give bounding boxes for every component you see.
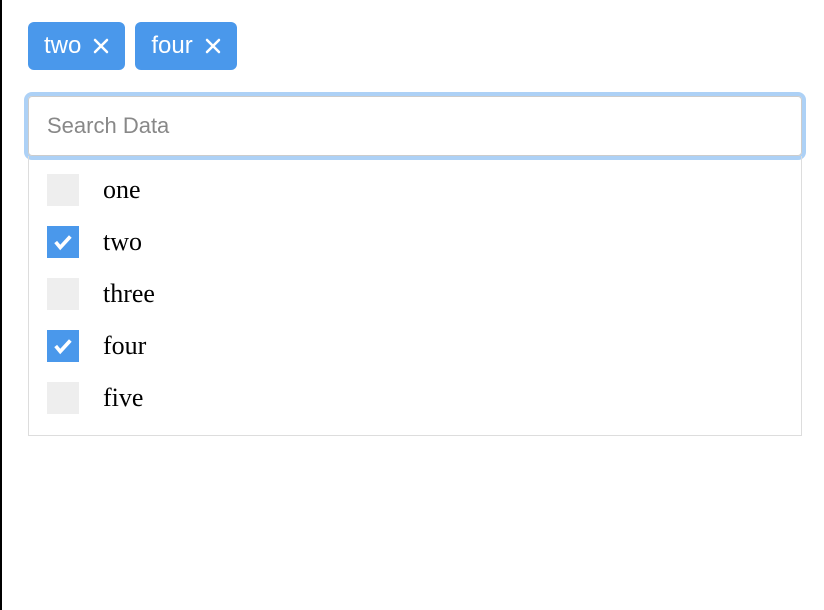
close-icon[interactable] [93, 38, 109, 54]
option-five[interactable]: five [29, 372, 801, 424]
checkbox-checked-icon [47, 226, 79, 258]
option-label: three [103, 279, 155, 309]
chip-four[interactable]: four [135, 22, 236, 70]
search-input[interactable] [47, 113, 783, 139]
chip-label: four [151, 32, 192, 60]
checkbox-checked-icon [47, 330, 79, 362]
checkbox-unchecked-icon [47, 278, 79, 310]
options-dropdown: one two three four five [28, 156, 802, 436]
option-label: one [103, 175, 141, 205]
option-three[interactable]: three [29, 268, 801, 320]
option-one[interactable]: one [29, 164, 801, 216]
chip-two[interactable]: two [28, 22, 125, 70]
chip-label: two [44, 32, 81, 60]
checkbox-unchecked-icon [47, 382, 79, 414]
checkbox-unchecked-icon [47, 174, 79, 206]
option-two[interactable]: two [29, 216, 801, 268]
close-icon[interactable] [205, 38, 221, 54]
option-label: two [103, 227, 142, 257]
search-container [28, 96, 802, 156]
selected-chips-row: two four [28, 22, 802, 70]
option-four[interactable]: four [29, 320, 801, 372]
option-label: five [103, 383, 143, 413]
option-label: four [103, 331, 146, 361]
